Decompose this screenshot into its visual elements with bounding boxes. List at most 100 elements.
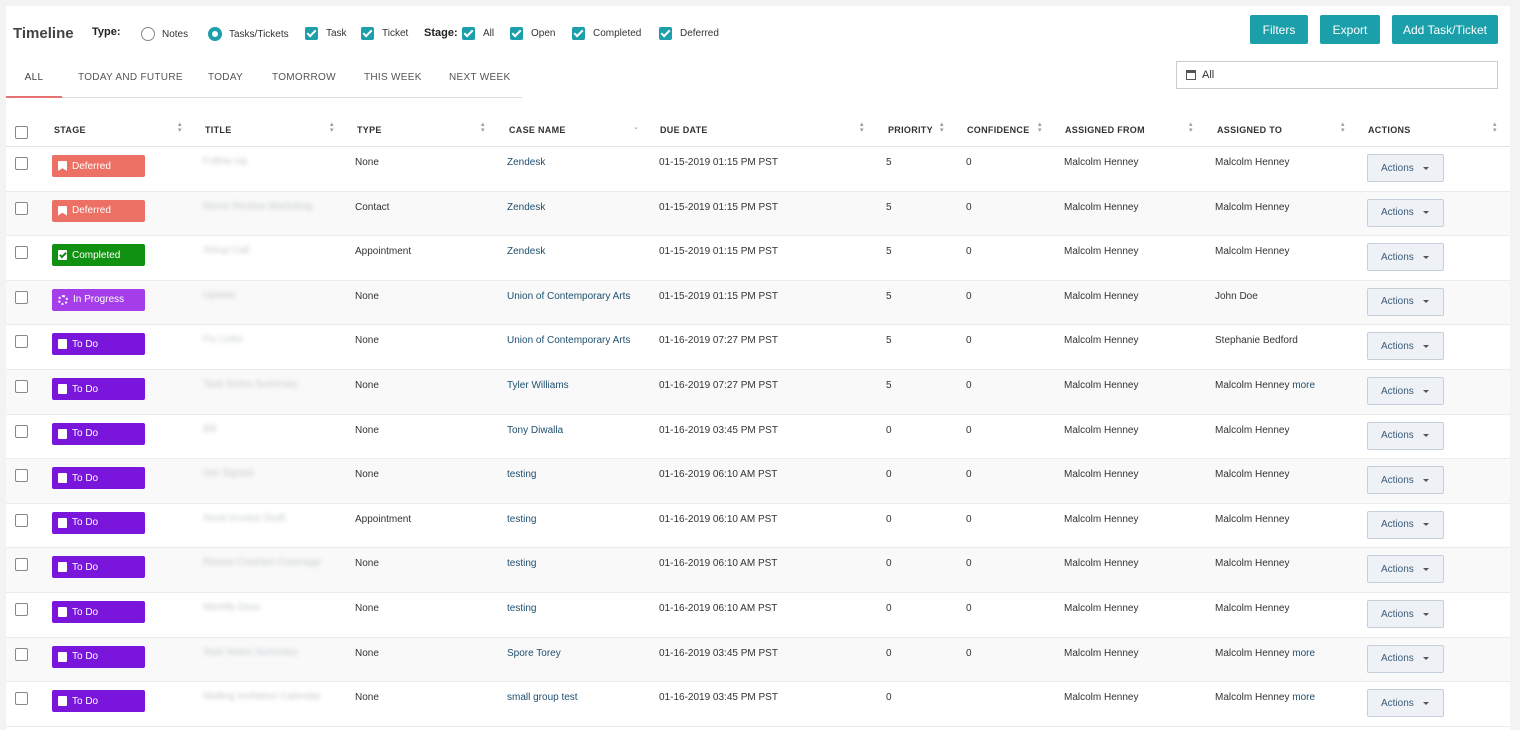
title-cell[interactable]: Setup Call bbox=[203, 245, 331, 260]
title-cell[interactable]: Task Notes Summary bbox=[203, 647, 331, 662]
row-checkbox[interactable] bbox=[15, 246, 28, 260]
sort-icon[interactable]: ▴ ▾ bbox=[1189, 121, 1195, 134]
col-assigned-to[interactable]: ASSIGNED TO bbox=[1217, 125, 1282, 135]
task-checkbox[interactable] bbox=[305, 27, 318, 40]
actions-dropdown-button[interactable]: Actions bbox=[1367, 689, 1444, 718]
case-name-link[interactable]: Spore Torey bbox=[507, 648, 561, 659]
case-name-link[interactable]: Union of Contemporary Arts bbox=[507, 291, 630, 302]
actions-dropdown-button[interactable]: Actions bbox=[1367, 555, 1444, 584]
title-cell[interactable]: Mailing Invitation Calendar bbox=[203, 691, 331, 706]
actions-dropdown-button[interactable]: Actions bbox=[1367, 154, 1444, 182]
title-cell[interactable]: Bill bbox=[203, 424, 331, 439]
stage-check-deferred[interactable]: Deferred bbox=[659, 27, 719, 40]
col-assigned-from[interactable]: ASSIGNED FROM bbox=[1065, 125, 1145, 135]
stage-check-completed[interactable]: Completed bbox=[572, 27, 641, 40]
more-link[interactable]: more bbox=[1292, 380, 1315, 391]
case-name-link[interactable]: testing bbox=[507, 469, 536, 480]
all-checkbox[interactable] bbox=[462, 27, 475, 40]
title-cell[interactable]: Identify Docs bbox=[203, 602, 331, 617]
export-button[interactable]: Export bbox=[1320, 15, 1380, 44]
row-checkbox[interactable] bbox=[15, 692, 28, 706]
tab-next-week[interactable]: NEXT WEEK bbox=[449, 61, 510, 98]
row-checkbox[interactable] bbox=[15, 157, 28, 170]
sort-icon[interactable]: ▴ ▾ bbox=[860, 121, 866, 134]
tab-tomorrow[interactable]: TOMORROW bbox=[272, 61, 336, 98]
title-cell[interactable]: Send Invoice Draft bbox=[203, 513, 331, 528]
case-name-link[interactable]: Zendesk bbox=[507, 157, 545, 168]
row-checkbox[interactable] bbox=[15, 380, 28, 393]
title-cell[interactable]: Follow Up bbox=[203, 156, 331, 171]
tab-all[interactable]: ALL bbox=[6, 61, 62, 98]
actions-dropdown-button[interactable]: Actions bbox=[1367, 421, 1444, 450]
title-cell[interactable]: Demo Review Marketing bbox=[203, 201, 331, 216]
case-name-link[interactable]: Zendesk bbox=[507, 246, 545, 257]
row-checkbox[interactable] bbox=[15, 558, 28, 572]
deferred-checkbox[interactable] bbox=[659, 27, 672, 40]
actions-dropdown-button[interactable]: Actions bbox=[1367, 466, 1444, 495]
type-check-task[interactable]: Task bbox=[305, 27, 347, 40]
case-name-link[interactable]: testing bbox=[507, 603, 536, 614]
ticket-checkbox[interactable] bbox=[361, 27, 374, 40]
sort-icon[interactable]: ▴ ▾ bbox=[940, 121, 946, 134]
tab-today[interactable]: TODAY bbox=[208, 61, 243, 98]
stage-check-open[interactable]: Open bbox=[510, 27, 555, 40]
tasks-tickets-radio[interactable] bbox=[208, 27, 222, 41]
col-stage[interactable]: STAGE bbox=[54, 125, 86, 135]
tab-today-and-future[interactable]: TODAY AND FUTURE bbox=[78, 61, 183, 98]
title-cell[interactable]: Renew Contract Coverage bbox=[203, 557, 331, 572]
row-checkbox[interactable] bbox=[15, 424, 28, 438]
case-name-link[interactable]: testing bbox=[507, 558, 536, 569]
row-checkbox[interactable] bbox=[15, 290, 28, 304]
tab-this-week[interactable]: THIS WEEK bbox=[364, 61, 422, 98]
col-case-name[interactable]: CASE NAME bbox=[509, 125, 566, 135]
col-type[interactable]: TYPE bbox=[357, 125, 382, 135]
case-name-link[interactable]: testing bbox=[507, 514, 536, 525]
notes-radio[interactable] bbox=[141, 27, 155, 41]
filters-button[interactable]: Filters bbox=[1250, 15, 1308, 44]
actions-dropdown-button[interactable]: Actions bbox=[1367, 644, 1444, 673]
col-confidence[interactable]: CONFIDENCE bbox=[967, 125, 1030, 135]
actions-dropdown-button[interactable]: Actions bbox=[1367, 198, 1444, 227]
case-name-link[interactable]: Tyler Williams bbox=[507, 380, 569, 391]
sort-icon[interactable]: ▴ ▾ bbox=[178, 121, 184, 134]
sort-icon[interactable]: ▴ ▾ bbox=[1493, 121, 1499, 134]
case-name-link[interactable]: small group test bbox=[507, 692, 578, 703]
open-checkbox[interactable] bbox=[510, 27, 523, 40]
actions-dropdown-button[interactable]: Actions bbox=[1367, 287, 1444, 316]
stage-check-all[interactable]: All bbox=[462, 27, 494, 40]
col-due-date[interactable]: DUE DATE bbox=[660, 125, 708, 135]
title-cell[interactable]: Get Signed bbox=[203, 468, 331, 483]
title-cell[interactable]: Fix Links bbox=[203, 334, 331, 349]
row-checkbox[interactable] bbox=[15, 201, 28, 215]
add-task-ticket-button[interactable]: Add Task/Ticket bbox=[1392, 15, 1498, 44]
actions-dropdown-button[interactable]: Actions bbox=[1367, 600, 1444, 628]
case-name-link[interactable]: Zendesk bbox=[507, 202, 545, 213]
col-title[interactable]: TITLE bbox=[205, 125, 232, 135]
case-name-link[interactable]: Union of Contemporary Arts bbox=[507, 335, 630, 346]
date-filter-select[interactable]: All bbox=[1176, 61, 1498, 89]
col-priority[interactable]: PRIORITY bbox=[888, 125, 933, 135]
more-link[interactable]: more bbox=[1292, 648, 1315, 659]
sort-icon[interactable]: ▴ ▾ bbox=[1038, 121, 1044, 134]
completed-checkbox[interactable] bbox=[572, 27, 585, 40]
actions-dropdown-button[interactable]: Actions bbox=[1367, 243, 1444, 272]
actions-dropdown-button[interactable]: Actions bbox=[1367, 332, 1444, 361]
title-cell[interactable]: Update bbox=[203, 290, 331, 305]
row-checkbox[interactable] bbox=[15, 513, 28, 527]
row-checkbox[interactable] bbox=[15, 469, 28, 483]
row-checkbox[interactable] bbox=[15, 647, 28, 661]
actions-dropdown-button[interactable]: Actions bbox=[1367, 510, 1444, 539]
row-checkbox[interactable] bbox=[15, 335, 28, 349]
more-link[interactable]: more bbox=[1292, 692, 1315, 703]
title-cell[interactable]: Task Notes Summary bbox=[203, 379, 331, 394]
type-check-ticket[interactable]: Ticket bbox=[361, 27, 408, 40]
sort-icon[interactable]: ▴ ▾ bbox=[330, 121, 336, 134]
sort-icon[interactable]: ▴ ▾ bbox=[481, 121, 487, 134]
row-checkbox[interactable] bbox=[15, 603, 28, 616]
type-option-notes[interactable]: Notes bbox=[141, 27, 188, 41]
type-option-tasks-tickets[interactable]: Tasks/Tickets bbox=[208, 27, 289, 41]
case-name-link[interactable]: Tony Diwalla bbox=[507, 425, 563, 436]
sort-icon[interactable]: ▴ ▾ bbox=[1341, 121, 1347, 134]
actions-dropdown-button[interactable]: Actions bbox=[1367, 377, 1444, 405]
sort-desc-icon[interactable]: ⌄ bbox=[633, 124, 639, 131]
